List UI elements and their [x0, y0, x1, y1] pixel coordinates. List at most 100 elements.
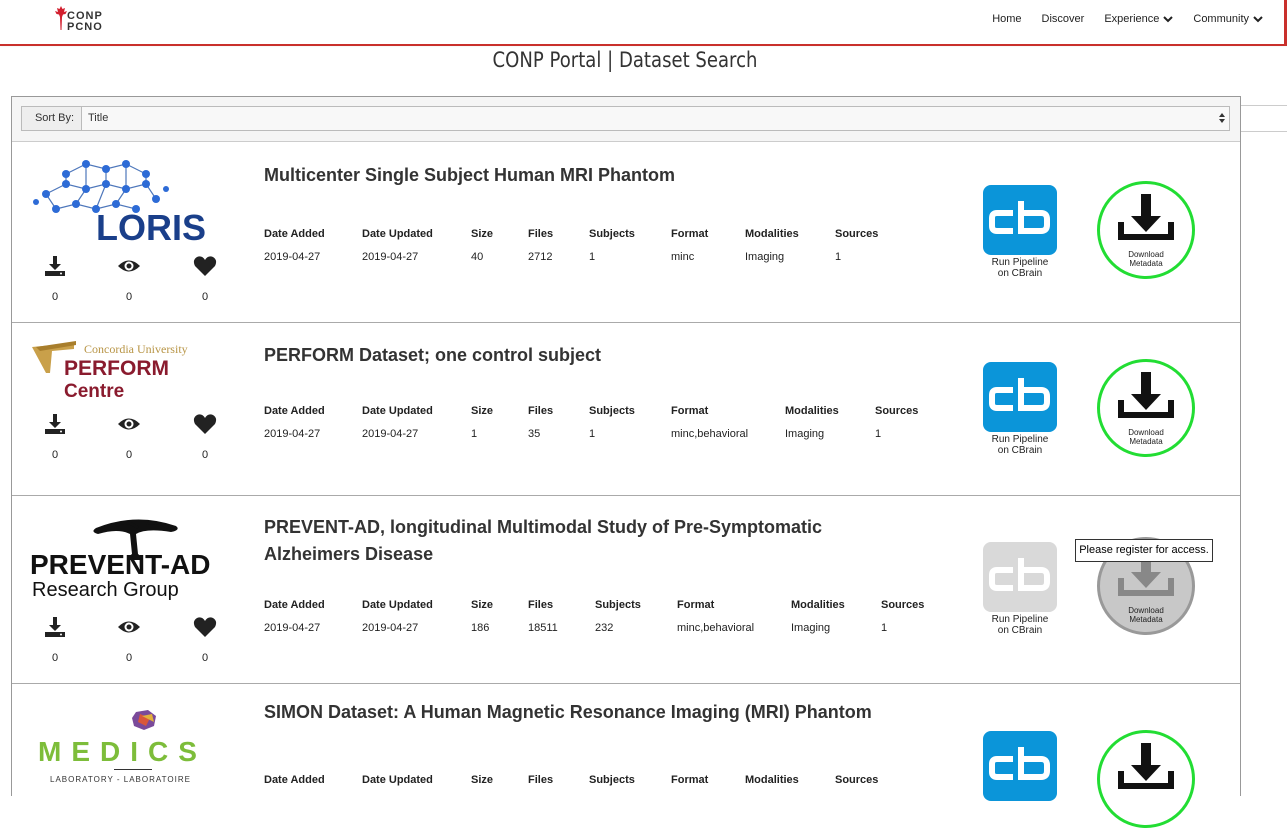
date-added-header: Date Added [264, 228, 325, 240]
date-updated-value: 2019-04-27 [362, 428, 419, 440]
date-added-header: Date Added [264, 774, 325, 786]
files-value: 2712 [528, 251, 553, 263]
dataset-title[interactable]: PERFORM Dataset; one control subject [264, 342, 904, 369]
download-meta-label-2: Metadata [1129, 615, 1163, 624]
dataset-title[interactable]: SIMON Dataset: A Human Magnetic Resonanc… [264, 699, 904, 726]
sort-label: Sort By: [21, 106, 88, 131]
like-count-value: 0 [201, 652, 209, 664]
register-tooltip: Please register for access. [1075, 539, 1213, 562]
cbrain-label-2: on CBrain [997, 268, 1043, 279]
files-value: 35 [528, 428, 541, 440]
subjects-header: Subjects [589, 774, 635, 786]
files-header: Files [528, 599, 554, 611]
run-cbrain-button[interactable]: Run Pipeline on CBrain [982, 185, 1058, 279]
eye-icon [118, 260, 140, 272]
conp-logo[interactable]: CONP PCNO [52, 6, 122, 36]
size-header: Size [471, 774, 494, 786]
download-metadata-button[interactable]: Download Metadata [1097, 359, 1195, 457]
download-count-value: 0 [51, 291, 59, 303]
medics-logo-text-2: LABORATORY - LABORATOIRE [50, 775, 191, 784]
modalities-value: Imaging [791, 622, 831, 634]
like-count-value: 0 [201, 449, 209, 461]
dataset-title[interactable]: Multicenter Single Subject Human MRI Pha… [264, 162, 904, 189]
date-updated-header: Date Updated [362, 228, 433, 240]
nav-community[interactable]: Community [1183, 13, 1273, 25]
format-header: Format [671, 774, 709, 786]
loris-logo-text: LORIS [96, 207, 206, 246]
prevent-ad-logo[interactable]: PREVENT-AD Research Group [26, 514, 236, 600]
perform-logo[interactable]: Concordia University PERFORM Centre [26, 339, 236, 401]
format-value: minc,behavioral [671, 428, 749, 440]
download-icon [45, 256, 65, 276]
download-icon [45, 617, 65, 637]
files-value: 18511 [528, 622, 558, 634]
main-nav: Home Discover Experience Community [982, 13, 1273, 25]
heart-icon[interactable] [193, 413, 217, 435]
date-added-value: 2019-04-27 [264, 622, 321, 634]
run-cbrain-button[interactable] [982, 731, 1058, 801]
date-added-header: Date Added [264, 599, 325, 611]
like-count[interactable]: 0 [190, 255, 220, 303]
run-cbrain-button[interactable]: Run Pipeline on CBrain [982, 362, 1058, 456]
modalities-header: Modalities [745, 228, 799, 240]
download-count: 0 [40, 413, 70, 461]
sources-value: 1 [835, 251, 842, 263]
run-cbrain-button-disabled[interactable]: Run Pipeline on CBrain [982, 542, 1058, 636]
files-header: Files [528, 774, 554, 786]
medics-logo[interactable]: MEDICS LABORATORY - LABORATOIRE [26, 708, 236, 788]
format-header: Format [671, 405, 709, 417]
download-count: 0 [40, 616, 70, 664]
nav-community-label: Community [1193, 13, 1249, 25]
date-updated-value: 2019-04-27 [362, 622, 419, 634]
nav-experience[interactable]: Experience [1094, 13, 1183, 25]
prevent-ad-logo-text-1: PREVENT-AD [30, 549, 210, 580]
download-meta-label-1: Download [1128, 606, 1164, 615]
format-value: minc [671, 251, 695, 263]
perform-logo-text-2: PERFORM [64, 357, 169, 380]
download-metadata-button[interactable]: Download Metadata [1097, 181, 1195, 279]
perform-logo-text-1: Concordia University [84, 342, 188, 356]
modalities-value: Imaging [785, 428, 825, 440]
modalities-header: Modalities [785, 405, 839, 417]
date-updated-value: 2019-04-27 [362, 251, 419, 263]
sources-value: 1 [875, 428, 882, 440]
dataset-card: LORIS 0 0 0 Multicenter Single Subject H… [12, 142, 1240, 323]
heart-icon[interactable] [193, 616, 217, 638]
subjects-header: Subjects [589, 228, 635, 240]
chevron-down-icon [1253, 16, 1263, 23]
like-count[interactable]: 0 [190, 616, 220, 664]
cbrain-label-1: Run Pipeline [991, 434, 1049, 445]
nav-home[interactable]: Home [982, 13, 1031, 25]
download-icon [45, 414, 65, 434]
size-header: Size [471, 599, 494, 611]
cbrain-icon [983, 185, 1057, 255]
subjects-value: 1 [589, 251, 596, 263]
view-count: 0 [114, 255, 144, 303]
chevron-down-icon [1163, 16, 1174, 23]
download-metadata-button[interactable] [1097, 730, 1195, 828]
page-title: CONP Portal | Dataset Search [492, 48, 758, 72]
modalities-value: Imaging [745, 251, 785, 263]
nav-accent-line [0, 44, 1287, 46]
nav-discover[interactable]: Discover [1032, 13, 1095, 25]
cbrain-label-2: on CBrain [997, 625, 1043, 636]
nav-home-label: Home [992, 13, 1022, 25]
size-header: Size [471, 228, 494, 240]
sort-select[interactable]: Title [81, 106, 1230, 131]
download-count: 0 [40, 255, 70, 303]
sources-header: Sources [881, 599, 925, 611]
heart-icon[interactable] [193, 255, 217, 277]
like-count[interactable]: 0 [190, 413, 220, 461]
date-updated-header: Date Updated [362, 405, 433, 417]
download-meta-label-2: Metadata [1129, 259, 1163, 268]
loris-logo[interactable]: LORIS [26, 154, 232, 246]
sources-header: Sources [875, 405, 919, 417]
dataset-card: MEDICS LABORATORY - LABORATOIRE SIMON Da… [12, 684, 1240, 828]
sort-bar: Sort By: Title [12, 97, 1240, 142]
subjects-value: 232 [595, 622, 614, 634]
view-count-value: 0 [125, 652, 133, 664]
dataset-title[interactable]: PREVENT-AD, longitudinal Multimodal Stud… [264, 514, 904, 568]
size-value: 186 [471, 622, 490, 634]
size-header: Size [471, 405, 494, 417]
eye-icon [118, 621, 140, 633]
